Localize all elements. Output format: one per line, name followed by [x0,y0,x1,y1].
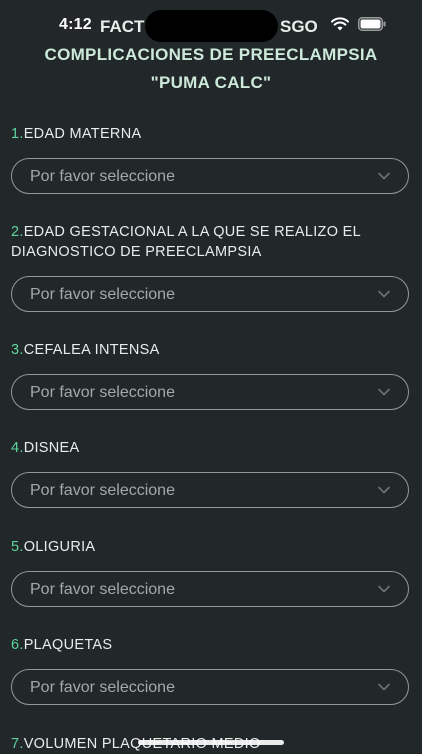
question-text: PLAQUETAS [23,637,113,653]
chevron-down-icon [378,585,390,593]
question-text: EDAD MATERNA [23,126,142,142]
select-oliguria[interactable]: Por favor seleccione [11,571,409,607]
select-edad-materna[interactable]: Por favor seleccione [11,158,409,194]
chevron-down-icon [378,388,390,396]
chevron-down-icon [378,172,390,180]
select-placeholder: Por favor seleccione [30,168,175,185]
page-subtitle: "PUMA CALC" [150,73,272,92]
question-text: OLIGURIA [23,539,96,555]
page-title: COMPLICACIONES DE PREECLAMPSIA [44,45,378,64]
wifi-icon [331,17,349,31]
question-number: 2. [11,224,24,240]
question-number: 6. [11,637,24,653]
question-text: DISNEA [23,440,80,456]
battery-icon [358,17,386,31]
question-label-oliguria: 5.OLIGURIA [11,537,406,557]
chevron-down-icon [378,486,390,494]
question-label-plaquetas: 6.PLAQUETAS [11,635,406,655]
home-indicator[interactable] [138,740,284,745]
app-title-start: FACT [100,17,145,36]
question-label-cefalea-intensa: 3.CEFALEA INTENSA [11,340,406,360]
status-bar: 4:12 FACT SGO [0,0,422,46]
question-label-edad-gestacional: 2.EDAD GESTACIONAL A LA QUE SE REALIZO E… [11,222,406,262]
chevron-down-icon [378,290,390,298]
chevron-down-icon [378,683,390,691]
question-number: 1. [11,126,24,142]
select-placeholder: Por favor seleccione [30,581,175,598]
dynamic-island [145,10,278,42]
select-placeholder: Por favor seleccione [30,482,175,499]
select-placeholder: Por favor seleccione [30,384,175,401]
question-text: CEFALEA INTENSA [23,342,160,358]
select-edad-gestacional[interactable]: Por favor seleccione [11,276,409,312]
app-title-end: SGO [280,17,318,36]
select-disnea[interactable]: Por favor seleccione [11,472,409,508]
question-number: 5. [11,539,24,555]
select-placeholder: Por favor seleccione [30,679,175,696]
question-text: EDAD GESTACIONAL A LA QUE SE REALIZO EL … [11,224,361,260]
status-time: 4:12 [59,16,92,33]
question-label-edad-materna: 1.EDAD MATERNA [11,124,406,144]
question-label-disnea: 4.DISNEA [11,438,406,458]
select-cefalea-intensa[interactable]: Por favor seleccione [11,374,409,410]
select-placeholder: Por favor seleccione [30,286,175,303]
question-number: 4. [11,440,24,456]
select-plaquetas[interactable]: Por favor seleccione [11,669,409,705]
question-number: 3. [11,342,24,358]
